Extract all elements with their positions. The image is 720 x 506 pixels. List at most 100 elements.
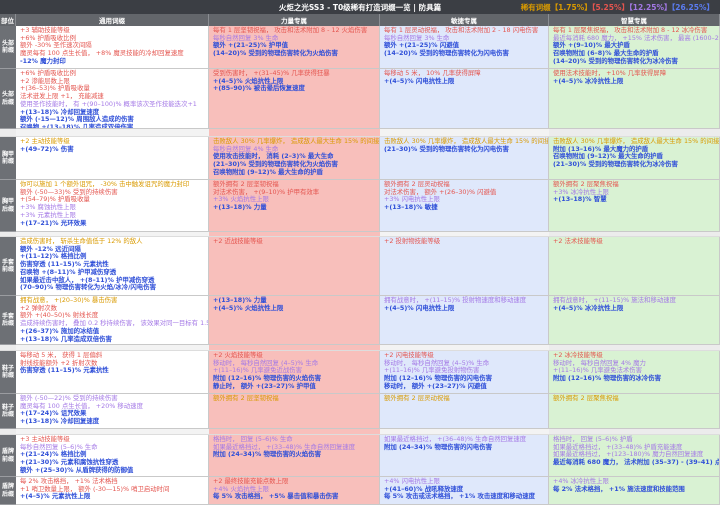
title-bar: 火炬之光SS3 - T0级稀有打造词缀一览 | 防具篇 稀有词缀【1.75%】【…	[0, 0, 720, 14]
legend-tier-4: 【26.25%】	[671, 2, 715, 12]
slot-label-text: 前缀	[1, 158, 14, 165]
slot-label-text: 盾牌	[1, 448, 14, 455]
row-spacer	[209, 129, 380, 137]
affix-line: +(13–18)% 智慧	[553, 195, 607, 204]
affix-cell-strength: 每有 1 层坚韧祝福， 攻击和法术附加 8 - 12 火焰伤害 每秒自然回复 3%…	[209, 26, 380, 69]
affix-line: 每 5% 攻击格挡， +5% 暴击值和暴击伤害	[213, 492, 339, 501]
affix-line: +(49–72)% 伤害	[20, 144, 74, 153]
affix-line: +(4–5)% 冰冷抗性上限	[553, 303, 624, 312]
affix-line: +(13–18)% 力量	[213, 203, 267, 212]
slot-label-text: 后缀	[1, 205, 14, 213]
affix-line: +(85–90)% 被击晕后恢复速度	[213, 84, 305, 93]
affix-cell-strength: +(13–18)% 力量 +(4–5)% 火焰抗性上限	[209, 296, 380, 345]
affix-cell-dexterity: 每有 1 层灵动祝福， 攻击和法术附加 2 - 18 闪电伤害 每秒自然回复 3%…	[380, 26, 549, 69]
slot-label: 鞋子 前缀	[0, 351, 16, 394]
affix-line: 最近每消耗 680 魔力， 法术附加 (35–37) - (39–41) 点冰冷…	[553, 458, 719, 467]
affix-cell-common: 拥有战意， +(20–30)% 暴击伤害 +2 弹射次数 额外 +(40–50)% …	[16, 296, 209, 345]
affix-cell-common: +3 主动技能等级 每秒自然回复 (5–6)% 生命 +(21–24)% 格挡比例 +…	[16, 435, 209, 477]
row-spacer	[0, 129, 16, 137]
affix-cell-intelligence: 每有 1 层聚焦祝福， 攻击和法术附加 8 - 12 冰冷伤害 最近每消耗 680…	[549, 26, 720, 69]
affix-cell-intelligence: +2 法术技能等级	[549, 237, 720, 296]
affix-line: 移动时， 额外 +(23–27)% 闪避值	[384, 381, 487, 390]
affix-line: +(13–18)% 敏捷	[384, 203, 438, 212]
row-spacer	[549, 129, 720, 137]
legend-label: 稀有词缀	[520, 2, 551, 12]
affix-line: -12% 魔力封印	[20, 56, 66, 65]
affix-cell-dexterity: +4% 闪电抗性上限 +(41–60)% 战吼释放速度每 5% 攻击或法术格挡， …	[380, 477, 549, 505]
slot-label-text: 手套	[1, 258, 14, 266]
column-header-intelligence: 智慧专属	[549, 14, 720, 26]
affix-line: (21–30)% 受到的物理伤害转化为冰冷伤害	[553, 160, 678, 169]
slot-label-text: 头部	[1, 39, 14, 47]
slot-label: 头部 前缀	[0, 26, 16, 69]
affix-line: 附加 (24–34)% 物理伤害的闪电伤害	[384, 442, 492, 451]
affix-cell-dexterity: 每移动 5 米， 10% 几率获得屏障 +(4–5)% 闪电抗性上限	[380, 69, 549, 129]
affix-cell-strength: 格挡时， 回复 (5–6)% 生命 如果最近格挡过， +(33–48)% 生命自然…	[209, 435, 380, 477]
slot-label-text: 前缀	[1, 372, 14, 379]
affix-cell-dexterity: +2 闪电技能等级 移动时， 每秒自然回复 (4–5)% 生命 +(11–16)% …	[380, 351, 549, 394]
affix-line: 额外 +(25–30)% 从盾牌获得的防御值	[20, 465, 134, 474]
slot-label-text: 后缀	[1, 98, 14, 106]
legend-tier-2: 【5.25%】	[591, 2, 629, 12]
affix-line: +(4–5)% 闪电抗性上限	[384, 76, 455, 85]
affix-table: 部位 通用词缀 力量专属 敏捷专属 智慧专属 头部 前缀 +3 辅助技能等级 +6% 护盾吸收比…	[0, 14, 720, 505]
affix-cell-intelligence: 额外拥有 2 层聚焦祝福 +3% 冰冷抗性上限 +(13–18)% 智慧	[549, 180, 720, 232]
affix-line: 伤害穿透 (11–15)% 元素抗性	[20, 366, 109, 375]
slot-label-text: 胸甲	[1, 198, 14, 205]
slot-label-text: 盾牌	[1, 483, 14, 490]
affix-line: (21–30)% 受到的物理伤害转化为闪电伤害	[384, 144, 509, 153]
affix-cell-intelligence: 击败敌人 30% 几率爆炸， 造成敌人最大生命 15% 的间接冰冷伤害附加 (1…	[549, 137, 720, 180]
affix-line: +(4–5)% 火焰抗性上限	[213, 303, 284, 312]
affix-line: +(4–5)% 元素抗性上限	[20, 492, 91, 501]
affix-cell-dexterity: 如果最近格挡过， +(36–48)% 生命自然回复速度 附加 (24–34)% 物…	[380, 435, 549, 477]
affix-cell-common: 每 2% 攻击格挡， +1% 法术格挡 +1 哨卫数量上限， 额外 (-30—15…	[16, 477, 209, 505]
slot-label-text: 鞋子	[1, 364, 14, 372]
column-header-common: 通用词缀	[16, 14, 209, 26]
affix-line: (70–90)% 物理伤害转化为火焰/冰冷/闪电伤害	[20, 283, 156, 292]
slot-label-text: 头部	[1, 91, 14, 98]
slot-label-text: 手套	[1, 312, 14, 320]
affix-line: (14–20)% 受到的物理伤害转化为火焰伤害	[213, 49, 338, 58]
affix-line: 额外拥有 2 层坚韧祝福	[213, 394, 279, 402]
affix-cell-strength: 额外拥有 2 层坚韧祝福 对法术伤害， +(9–10)% 护甲有效率 +3% 火焰抗…	[209, 180, 380, 232]
affix-cell-dexterity: 拥有战意时， +(11–15)% 投射物速度和移动速度 +(4–5)% 闪电抗性上…	[380, 296, 549, 345]
affix-line: +(4–5)% 闪电抗性上限	[384, 303, 455, 312]
legend-tier-1: 【1.75%】	[550, 2, 592, 12]
slot-label-text: 前缀	[1, 47, 14, 54]
row-spacer	[380, 129, 549, 137]
slot-label: 盾牌 后缀	[0, 477, 16, 505]
affix-cell-common: 造成伤害时， 斩杀生命值低于 12% 的敌人 额外 -12% 远近间隔 +(11–1…	[16, 237, 209, 296]
affix-line: (14–20)% 受到的物理伤害转化为闪电伤害	[384, 49, 509, 58]
affix-cell-dexterity: 额外拥有 2 层灵动祝福	[380, 394, 549, 429]
affix-cell-intelligence: +4% 冰冷抗性上限每 2% 法术格挡， +1% 施法速度和技能范围	[549, 477, 720, 505]
slot-label-text: 前缀	[1, 455, 14, 463]
slot-label-text: 后缀	[1, 411, 14, 418]
column-header-dexterity: 敏捷专属	[380, 14, 549, 26]
affix-line: +(13–18)% 冷却回复速度	[20, 417, 100, 426]
affix-line: 额外拥有 2 层灵动祝福	[384, 394, 450, 402]
column-header-slot: 部位	[0, 14, 16, 26]
affix-cell-common: 额外 (-50—22)% 受到的持续伤害 魔灵每有 100 点生长值， +20% …	[16, 394, 209, 429]
affix-line: 召唤物附加 (9–12)% 最大生命的护盾	[213, 167, 323, 176]
affix-cell-common: +2 主动技能等级 +(49–72)% 伤害	[16, 137, 209, 180]
affix-cell-intelligence: 拥有战意时， +(11–15)% 施法和移动速度 +(4–5)% 冰冷抗性上限	[549, 296, 720, 345]
slot-label-text: 前缀	[1, 266, 14, 273]
slot-label-text: 鞋子	[1, 403, 14, 411]
column-header-strength: 力量专属	[209, 14, 380, 26]
affix-line: 每 2% 法术格挡， +1% 施法速度和技能范围	[553, 484, 685, 493]
affix-cell-dexterity: +2 投射物技能等级	[380, 237, 549, 296]
affix-cell-strength: 额外拥有 2 层坚韧祝福	[209, 394, 380, 429]
slot-label: 头部 后缀	[0, 69, 16, 129]
affix-line: 附加 (12–16)% 物理伤害的冰冷伤害	[553, 374, 661, 383]
affix-cell-strength: +2 最终技能充能点数上限 +4% 火焰抗性上限每 5% 攻击格挡， +5% 暴击…	[209, 477, 380, 505]
affix-line: 每 5% 攻击或法术格挡， +1% 攻击速度和移动速度	[384, 492, 535, 501]
affix-cell-intelligence: 格挡时， 回复 (5–6)% 护盾 如果最近格挡过， +(33–48)% 护盾充能…	[549, 435, 720, 477]
affix-line: (14–20)% 受到的物理伤害转化为冰冷伤害	[553, 56, 678, 65]
affix-cell-common: +6% 护盾吸收比例 +2 渗能层数上限 +(36–53)% 护盾吸收量 法术迸发上限…	[16, 69, 209, 129]
row-spacer	[16, 129, 209, 137]
slot-label: 鞋子 后缀	[0, 394, 16, 429]
affix-cell-common: 你可以施加 1 个额外诅咒， -30% 击中触发诅咒的魔力封印 额外 (-50—3…	[16, 180, 209, 232]
affix-line: 额外拥有 2 层聚焦祝福	[553, 394, 619, 402]
affix-line: +(13–18)% 几率造成双倍伤害	[20, 334, 112, 343]
slot-label: 胸甲 前缀	[0, 137, 16, 180]
